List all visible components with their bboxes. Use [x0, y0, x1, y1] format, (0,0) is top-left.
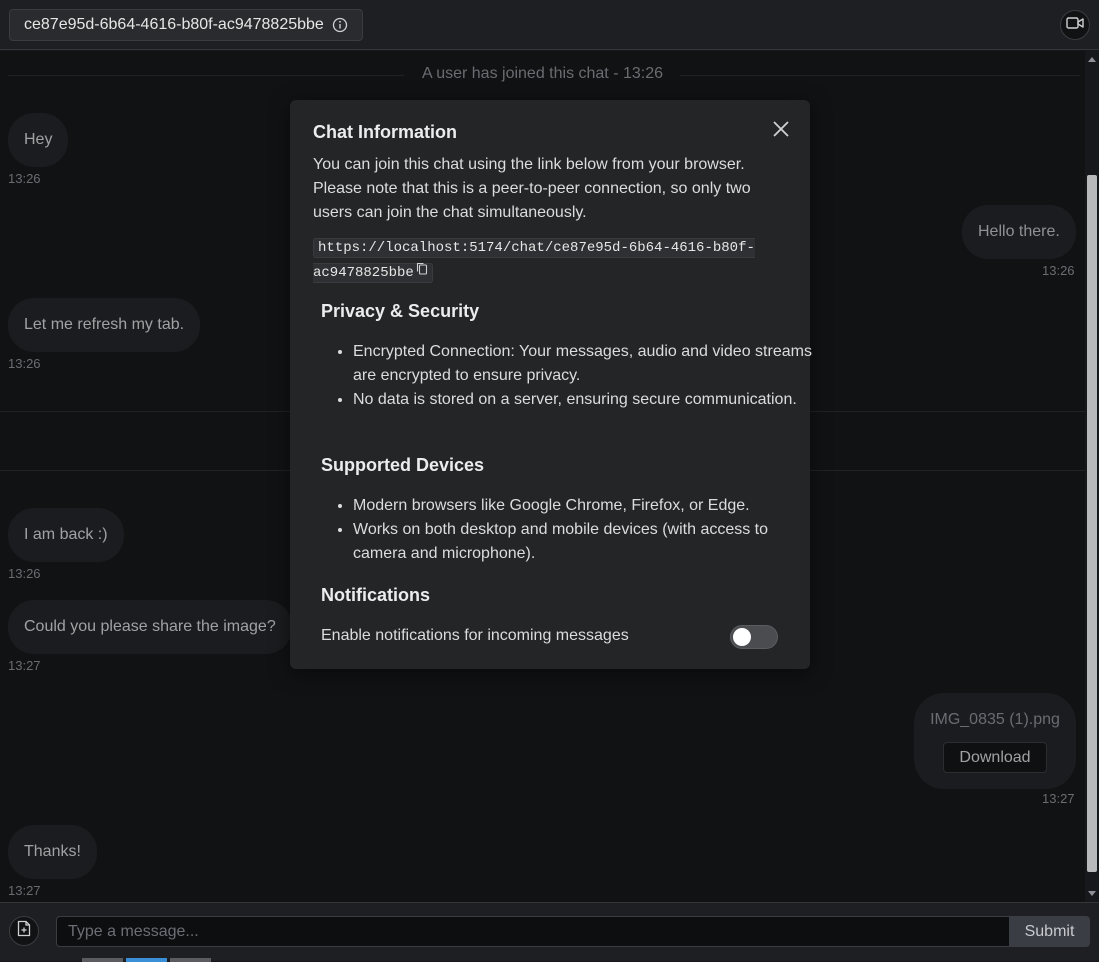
video-camera-icon — [1066, 16, 1084, 35]
list-item: Works on both desktop and mobile devices… — [353, 518, 815, 566]
list-item: No data is stored on a server, ensuring … — [353, 388, 815, 412]
chat-header: ce87e95d-6b64-4616-b80f-ac9478825bbe — [0, 0, 1099, 50]
copy-icon[interactable] — [416, 260, 428, 284]
section-title-privacy: Privacy & Security — [321, 301, 480, 321]
section-title-notifications: Notifications — [321, 585, 431, 605]
list-item: Encrypted Connection: Your messages, aud… — [353, 340, 815, 388]
chat-link-text[interactable]: https://localhost:5174/chat/ce87e95d-6b6… — [313, 240, 755, 281]
privacy-list: Encrypted Connection: Your messages, aud… — [321, 340, 815, 412]
toggle-knob — [733, 628, 751, 646]
chat-info-modal: Chat Information You can join this chat … — [290, 100, 812, 669]
message-input[interactable] — [56, 916, 1010, 947]
submit-button[interactable]: Submit — [1009, 916, 1090, 947]
info-icon[interactable] — [332, 17, 348, 33]
file-plus-icon — [17, 920, 31, 942]
chat-scrollbar[interactable] — [1085, 51, 1099, 902]
bottom-tab-active[interactable] — [126, 958, 167, 962]
list-item: Modern browsers like Google Chrome, Fire… — [353, 494, 815, 518]
modal-description: You can join this chat using the link be… — [313, 156, 751, 221]
close-modal-button[interactable] — [770, 120, 792, 142]
chat-link[interactable]: https://localhost:5174/chat/ce87e95d-6b6… — [313, 235, 783, 285]
modal-title: Chat Information — [313, 122, 457, 142]
close-icon — [772, 120, 790, 143]
attach-file-button[interactable] — [9, 916, 39, 946]
section-title-devices: Supported Devices — [321, 455, 485, 475]
bottom-tab[interactable] — [170, 958, 211, 962]
scroll-down-arrow-icon[interactable] — [1088, 891, 1096, 896]
scroll-up-arrow-icon[interactable] — [1088, 57, 1096, 62]
chat-id-badge[interactable]: ce87e95d-6b64-4616-b80f-ac9478825bbe — [9, 9, 363, 41]
chat-id-text: ce87e95d-6b64-4616-b80f-ac9478825bbe — [24, 16, 324, 33]
notifications-toggle[interactable] — [730, 625, 778, 649]
notifications-label: Enable notifications for incoming messag… — [321, 627, 629, 644]
video-call-button[interactable] — [1060, 10, 1090, 40]
devices-list: Modern browsers like Google Chrome, Fire… — [321, 494, 815, 566]
scroll-thumb[interactable] — [1087, 175, 1097, 872]
bottom-tab[interactable] — [82, 958, 123, 962]
message-composer: Submit — [0, 902, 1099, 962]
